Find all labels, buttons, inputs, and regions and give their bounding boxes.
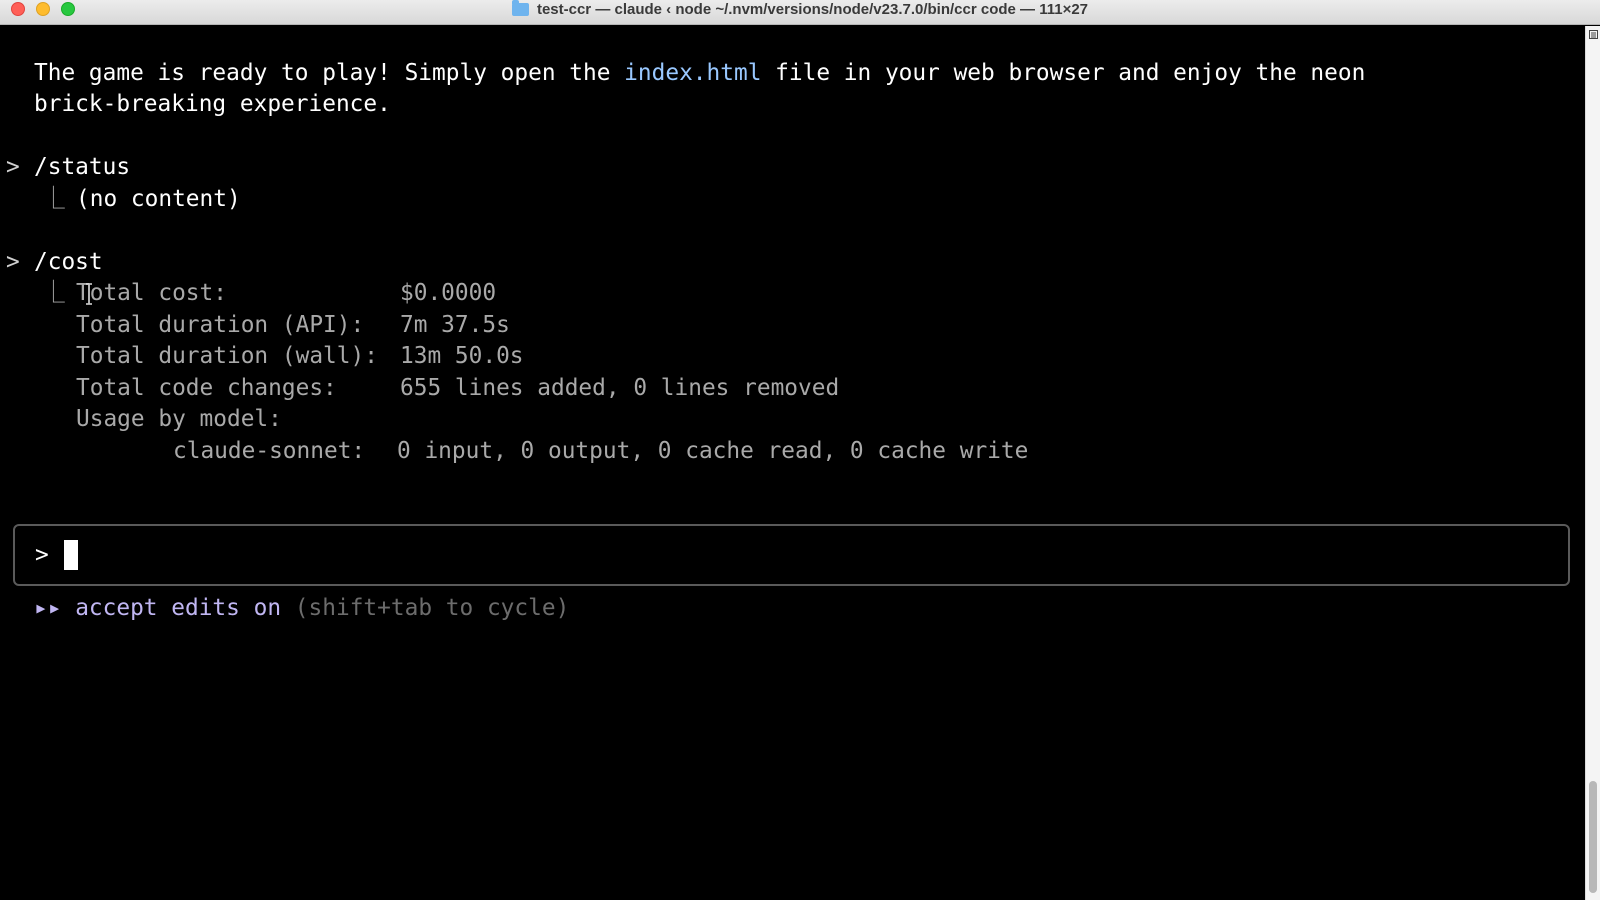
cost-row-value: $0.0000 <box>400 280 497 306</box>
text-cursor <box>64 540 78 570</box>
vertical-scrollbar[interactable] <box>1585 26 1600 900</box>
title-container: test-ccr — claude ‹ node ~/.nvm/versions… <box>0 0 1600 18</box>
mode-label: accept edits on <box>75 595 282 621</box>
cost-row: Total code changes: 655 lines added, 0 li… <box>76 372 839 404</box>
menu-icon[interactable] <box>1589 30 1598 39</box>
cost-row-value: 7m 37.5s <box>400 312 510 338</box>
terminal-window: test-ccr — claude ‹ node ~/.nvm/versions… <box>0 0 1600 900</box>
intro-line-2: brick-breaking experience. <box>34 91 391 117</box>
fast-forward-icon: ▸▸ <box>34 595 62 621</box>
cost-row: Total duration (API): 7m 37.5s <box>76 309 510 341</box>
tree-branch-icon: ⎿ <box>42 186 65 212</box>
cost-command: /cost <box>34 249 103 275</box>
ibeam-cursor-icon <box>86 283 92 305</box>
status-command: /status <box>34 154 131 180</box>
file-link[interactable]: index.html <box>624 60 761 86</box>
cost-row: Total duration (wall): 13m 50.0s <box>76 340 524 372</box>
prompt-marker: > <box>6 154 20 180</box>
intro-line-1: The game is ready to play! Simply open t… <box>34 60 1366 86</box>
tree-branch-icon: ⎿ <box>42 280 65 306</box>
window-title: test-ccr — claude ‹ node ~/.nvm/versions… <box>536 0 1089 18</box>
scrollbar-thumb[interactable] <box>1589 781 1597 893</box>
cost-row: Total cost: $0.0000 <box>76 277 496 309</box>
usage-row: claude-sonnet: 0 input, 0 output, 0 cache… <box>173 435 1028 467</box>
title-bar[interactable]: test-ccr — claude ‹ node ~/.nvm/versions… <box>0 0 1600 25</box>
prompt-input-box[interactable]: > <box>13 524 1570 586</box>
mode-indicator[interactable]: ▸▸ accept edits on (shift+tab to cycle) <box>34 592 569 624</box>
cost-row-label: Total duration (wall): <box>76 343 378 369</box>
cost-row-label: Total duration (API): <box>76 312 365 338</box>
terminal-output[interactable]: The game is ready to play! Simply open t… <box>0 26 1585 900</box>
usage-value: 0 input, 0 output, 0 cache read, 0 cache… <box>397 438 1029 464</box>
cost-row-label: Total code changes: <box>76 375 337 401</box>
prompt-marker: > <box>6 249 20 275</box>
usage-model: claude-sonnet: <box>173 438 366 464</box>
cost-row-label: Total cost: <box>76 280 227 306</box>
usage-heading: Usage by model: <box>76 406 282 432</box>
cost-row-value: 13m 50.0s <box>400 343 524 369</box>
folder-icon <box>511 0 529 16</box>
mode-hint: (shift+tab to cycle) <box>294 595 570 621</box>
status-output: (no content) <box>76 186 241 212</box>
cost-row-value: 655 lines added, 0 lines removed <box>400 375 840 401</box>
input-prompt-marker: > <box>35 542 49 568</box>
